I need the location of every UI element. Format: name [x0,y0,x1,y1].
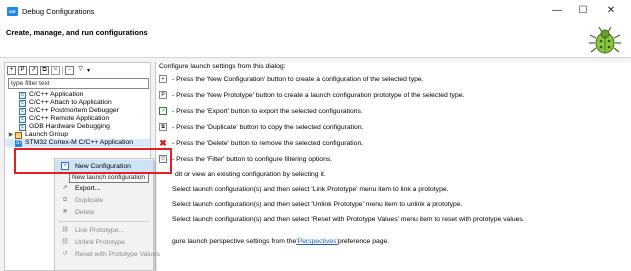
menu-item-delete[interactable]: ✖ Delete [55,206,153,218]
launch-group-icon [15,131,22,139]
collapse-icon[interactable]: − [65,65,74,75]
tree-item-label: C/C++ Attach to Application [29,99,112,106]
reset-icon: ↺ [62,251,68,257]
cpp-config-icon: c [19,107,26,115]
tree-item-cpp-application[interactable]: c C/C++ Application [5,91,150,99]
delete-icon: ✖ [159,138,167,148]
export-icon: ↗ [62,185,68,191]
gdb-config-icon: c [19,123,26,131]
unlink-icon: ⛓ [61,239,69,245]
help-line-text: Select launch configuration(s) and then … [172,186,449,193]
toolbar-separator [62,65,63,75]
link-icon: ⛓ [61,227,69,233]
dialog-header: Create, manage, and run configurations [0,22,631,58]
tree-item-label: C/C++ Application [29,91,84,98]
help-line-link: Select launch configuration(s) and then … [172,186,449,193]
help-line-text: - Press the 'Delete' button to remove th… [172,139,364,147]
menu-item-reset-prototype[interactable]: ↺ Reset with Prototype Values [55,248,159,260]
help-line-text: dit or view an existing configuration by… [175,171,326,178]
help-line-perspectives: gure launch perspective settings from th… [172,238,389,245]
help-line-text: - Press the 'Export' button to export th… [172,107,363,115]
tree-item-cpp-attach[interactable]: c C/C++ Attach to Application [5,99,150,107]
tree-item-label: STM32 Cortex-M C/C++ Application [25,139,134,146]
menu-separator [59,221,149,222]
perspectives-link[interactable]: 'Perspectives' [296,238,338,245]
help-line-text: - Press the 'Duplicate' button to copy t… [172,123,364,131]
export-icon[interactable]: ↗ [29,65,38,75]
expand-twisty-icon[interactable]: ▶ [7,131,15,139]
close-button[interactable]: ✕ [602,4,620,18]
tooltip: New launch configuration [69,173,149,183]
help-line-delete: ✖ - Press the 'Delete' button to remove t… [159,138,364,148]
menu-item-label: Duplicate [75,196,104,204]
help-line-text: - Press the 'New Configuration' button t… [172,75,424,83]
help-line-duplicate: ⧉ - Press the 'Duplicate' button to copy … [159,123,364,131]
help-intro: Configure launch settings from this dial… [159,63,286,70]
page-title: Create, manage, and run configurations [6,28,148,37]
tree-item-cpp-remote[interactable]: c C/C++ Remote Application [5,115,150,123]
tree-item-label: GDB Hardware Debugging [29,123,110,130]
delete-icon[interactable]: ✕ [51,65,60,75]
help-line-text: Select launch configuration(s) and then … [172,201,463,208]
duplicate-icon: ⧉ [159,123,167,131]
menu-item-label: Reset with Prototype Values [75,250,160,258]
app-icon: IDE [7,7,18,16]
new-config-icon[interactable]: + [7,65,16,75]
help-line-export: ↗ - Press the 'Export' button to export t… [159,107,363,115]
duplicate-icon[interactable]: ⧉ [40,65,49,75]
menu-item-label: Export... [75,184,101,192]
menu-item-label: Link Prototype... [75,226,125,234]
help-line-text: - Press the 'New Prototype' button to cr… [172,91,465,99]
title-bar: IDE Debug Configurations — ☐ ✕ [0,0,631,22]
help-line-new-prototype: P - Press the 'New Prototype' button to c… [159,91,464,99]
help-line-text: - Press the 'Filter' button to configure… [172,155,333,163]
cpp-config-icon: c [19,99,26,107]
filter-icon[interactable]: ▽ [76,65,85,75]
help-line-edit: dit or view an existing configuration by… [175,171,326,178]
new-prototype-icon: P [159,91,167,99]
menu-item-label: Delete [75,208,95,216]
tree-item-stm32[interactable]: ST STM32 Cortex-M C/C++ Application [5,139,150,147]
duplicate-icon: ⧉ [62,197,68,203]
minimize-button[interactable]: — [548,4,566,18]
tree-toolbar: + P ↗ ⧉ ✕ − ▽ ▾ [5,63,150,77]
help-line-text: preference page. [337,238,390,245]
help-line-filter: ▽ - Press the 'Filter' button to configur… [159,155,332,163]
menu-item-export[interactable]: ↗ Export... [55,182,153,194]
tree-item-label: C/C++ Remote Application [29,115,110,122]
debug-configurations-window: IDE Debug Configurations — ☐ ✕ Create, m… [0,0,631,271]
help-line-text: Select launch configuration(s) and then … [172,216,525,223]
new-config-icon: + [159,75,167,83]
menu-item-unlink-prototype[interactable]: ⛓ Unlink Prototype [55,236,153,248]
tree-item-label: Launch Group [25,131,69,138]
cpp-config-icon: c [19,115,26,123]
highlight-box [14,148,172,174]
delete-icon: ✖ [62,209,68,215]
new-prototype-icon[interactable]: P [18,65,27,75]
dropdown-icon[interactable]: ▾ [87,67,90,74]
window-title: Debug Configurations [22,7,95,16]
cpp-config-icon: c [19,91,26,99]
stm32-config-icon: ST [15,139,23,147]
menu-item-label: Unlink Prototype [75,238,125,246]
menu-item-duplicate[interactable]: ⧉ Duplicate [55,194,153,206]
menu-item-link-prototype[interactable]: ⛓ Link Prototype... [55,224,153,236]
tree-item-cpp-postmortem[interactable]: c C/C++ Postmortem Debugger [5,107,150,115]
maximize-button[interactable]: ☐ [574,4,592,18]
filter-input[interactable] [8,78,149,89]
configuration-tree: c C/C++ Application c C/C++ Attach to Appl… [5,91,150,147]
tree-item-gdb-hardware[interactable]: c GDB Hardware Debugging [5,123,150,131]
help-line-new-config: + - Press the 'New Configuration' button … [159,75,424,83]
help-line-text: gure launch perspective settings from th… [172,238,297,245]
tree-item-label: C/C++ Postmortem Debugger [29,107,119,114]
help-line-unlink: Select launch configuration(s) and then … [172,201,463,208]
help-line-reset: Select launch configuration(s) and then … [172,216,525,223]
debug-bug-icon [589,26,621,54]
tree-item-launch-group[interactable]: ▶ Launch Group [5,131,150,139]
export-icon: ↗ [159,107,167,115]
